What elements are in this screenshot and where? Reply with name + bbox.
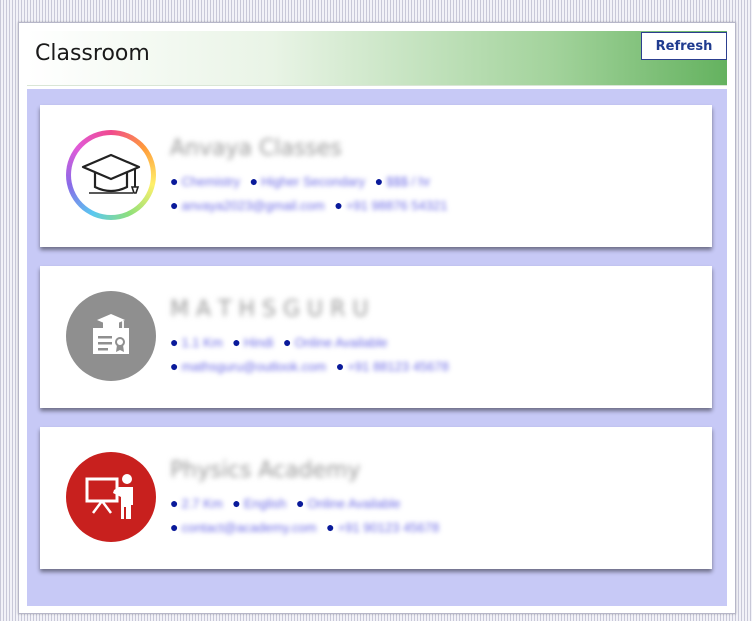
- refresh-button[interactable]: Refresh: [641, 32, 727, 60]
- phone-link[interactable]: +91 90123 45678: [338, 520, 440, 535]
- bullet-icon: ●: [170, 173, 179, 189]
- availability-value: Online Available: [307, 496, 401, 511]
- bullet-icon: ●: [335, 358, 345, 374]
- graduation-cap-icon: [81, 153, 141, 194]
- classroom-info: M A T H S G U R U ● 1.1 Km ● Hindi ● Online…: [170, 294, 690, 378]
- bullet-icon: ●: [249, 173, 259, 189]
- distance-value: 2.7 Km: [181, 496, 223, 511]
- bullet-icon: ●: [170, 197, 179, 213]
- language-value: English: [243, 496, 287, 511]
- classroom-panel: Classroom Refresh Anvaya Classes ● Chemi…: [18, 22, 736, 614]
- details-line: ● Chemistry ● Higher Secondary ● $$$ / hr: [170, 169, 690, 193]
- phone-link[interactable]: +91 88123 45678: [347, 359, 449, 374]
- bullet-icon: ●: [326, 519, 335, 535]
- level-value: Higher Secondary: [261, 174, 366, 189]
- email-link[interactable]: mathsguru@outlook.com: [181, 359, 326, 374]
- subject-value: Chemistry: [181, 174, 240, 189]
- classroom-info: Anvaya Classes ● Chemistry ● Higher Second…: [170, 133, 690, 217]
- classroom-name: Anvaya Classes: [170, 136, 342, 161]
- bullet-icon: ●: [232, 334, 241, 350]
- email-link[interactable]: contact@academy.com: [181, 520, 316, 535]
- bullet-icon: ●: [170, 519, 179, 535]
- classroom-card[interactable]: Physics Academy ● 2.7 Km ● English ● Online…: [40, 427, 712, 569]
- distance-value: 1.1 Km: [181, 335, 223, 350]
- email-link[interactable]: anvaya2023@gmail.com: [181, 198, 324, 213]
- bullet-icon: ●: [296, 495, 305, 511]
- bullet-icon: ●: [374, 173, 384, 189]
- bullet-icon: ●: [170, 358, 179, 374]
- teacher-board-icon: [85, 474, 133, 519]
- details-line: ● 1.1 Km ● Hindi ● Online Available: [170, 330, 690, 354]
- classroom-card[interactable]: Anvaya Classes ● Chemistry ● Higher Second…: [40, 105, 712, 247]
- phone-link[interactable]: +91 98876 54321: [346, 198, 448, 213]
- classroom-name: Physics Academy: [170, 458, 361, 483]
- language-value: Hindi: [243, 335, 274, 350]
- certificate-icon: [93, 314, 129, 354]
- avatar: [66, 130, 156, 220]
- details-line: ● 2.7 Km ● English ● Online Available: [170, 491, 690, 515]
- fee-value: $$$ / hr: [386, 174, 431, 189]
- avatar: [66, 452, 156, 542]
- classroom-info: Physics Academy ● 2.7 Km ● English ● Online…: [170, 455, 690, 539]
- bullet-icon: ●: [232, 495, 241, 511]
- contact-line: ● mathsguru@outlook.com ● +91 88123 45678: [170, 354, 690, 378]
- bullet-icon: ●: [170, 334, 179, 350]
- header-bar: Classroom Refresh: [27, 31, 727, 86]
- page-title: Classroom: [35, 41, 150, 66]
- classroom-list: Anvaya Classes ● Chemistry ● Higher Second…: [27, 89, 727, 606]
- contact-line: ● anvaya2023@gmail.com ● +91 98876 54321: [170, 193, 690, 217]
- classroom-card[interactable]: M A T H S G U R U ● 1.1 Km ● Hindi ● Online…: [40, 266, 712, 408]
- bullet-icon: ●: [170, 495, 179, 511]
- classroom-name: M A T H S G U R U: [170, 297, 369, 322]
- avatar: [66, 291, 156, 381]
- contact-line: ● contact@academy.com ● +91 90123 45678: [170, 515, 690, 539]
- bullet-icon: ●: [283, 334, 292, 350]
- bullet-icon: ●: [334, 197, 343, 213]
- availability-value: Online Available: [294, 335, 388, 350]
